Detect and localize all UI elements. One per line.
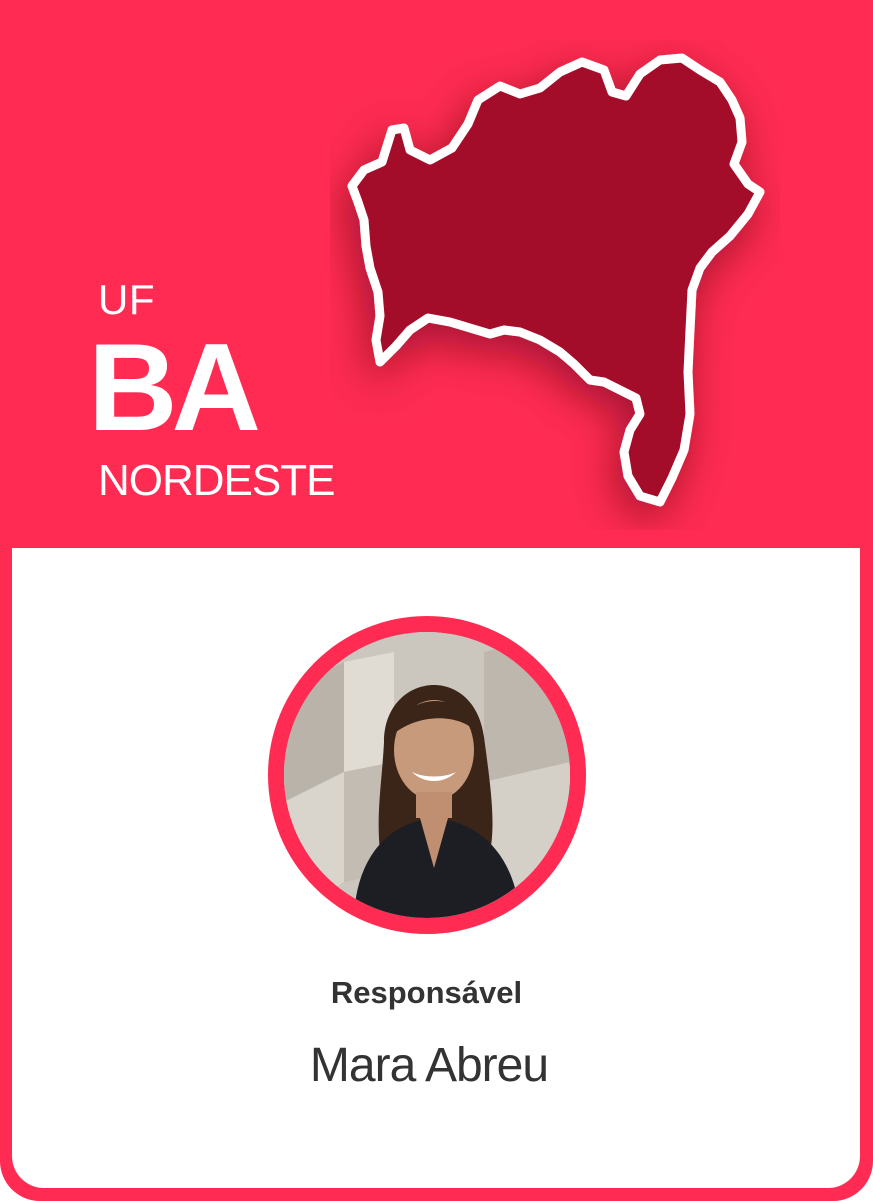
region-label: NORDESTE (98, 456, 335, 505)
bahia-state-shape (347, 53, 765, 507)
role-label: Responsável (330, 975, 523, 1010)
avatar (284, 632, 570, 918)
uf-label: UF (98, 276, 155, 323)
avatar-photo (284, 632, 570, 918)
avatar-ring (268, 616, 586, 934)
bahia-state-map-icon (347, 53, 765, 507)
person-name: Mara Abreu (309, 1039, 549, 1092)
uf-code: BA (88, 319, 261, 457)
card-header: UF BA NORDESTE (0, 0, 873, 548)
state-card: UF BA NORDESTE Responsável Mara Abreu (0, 0, 873, 1201)
